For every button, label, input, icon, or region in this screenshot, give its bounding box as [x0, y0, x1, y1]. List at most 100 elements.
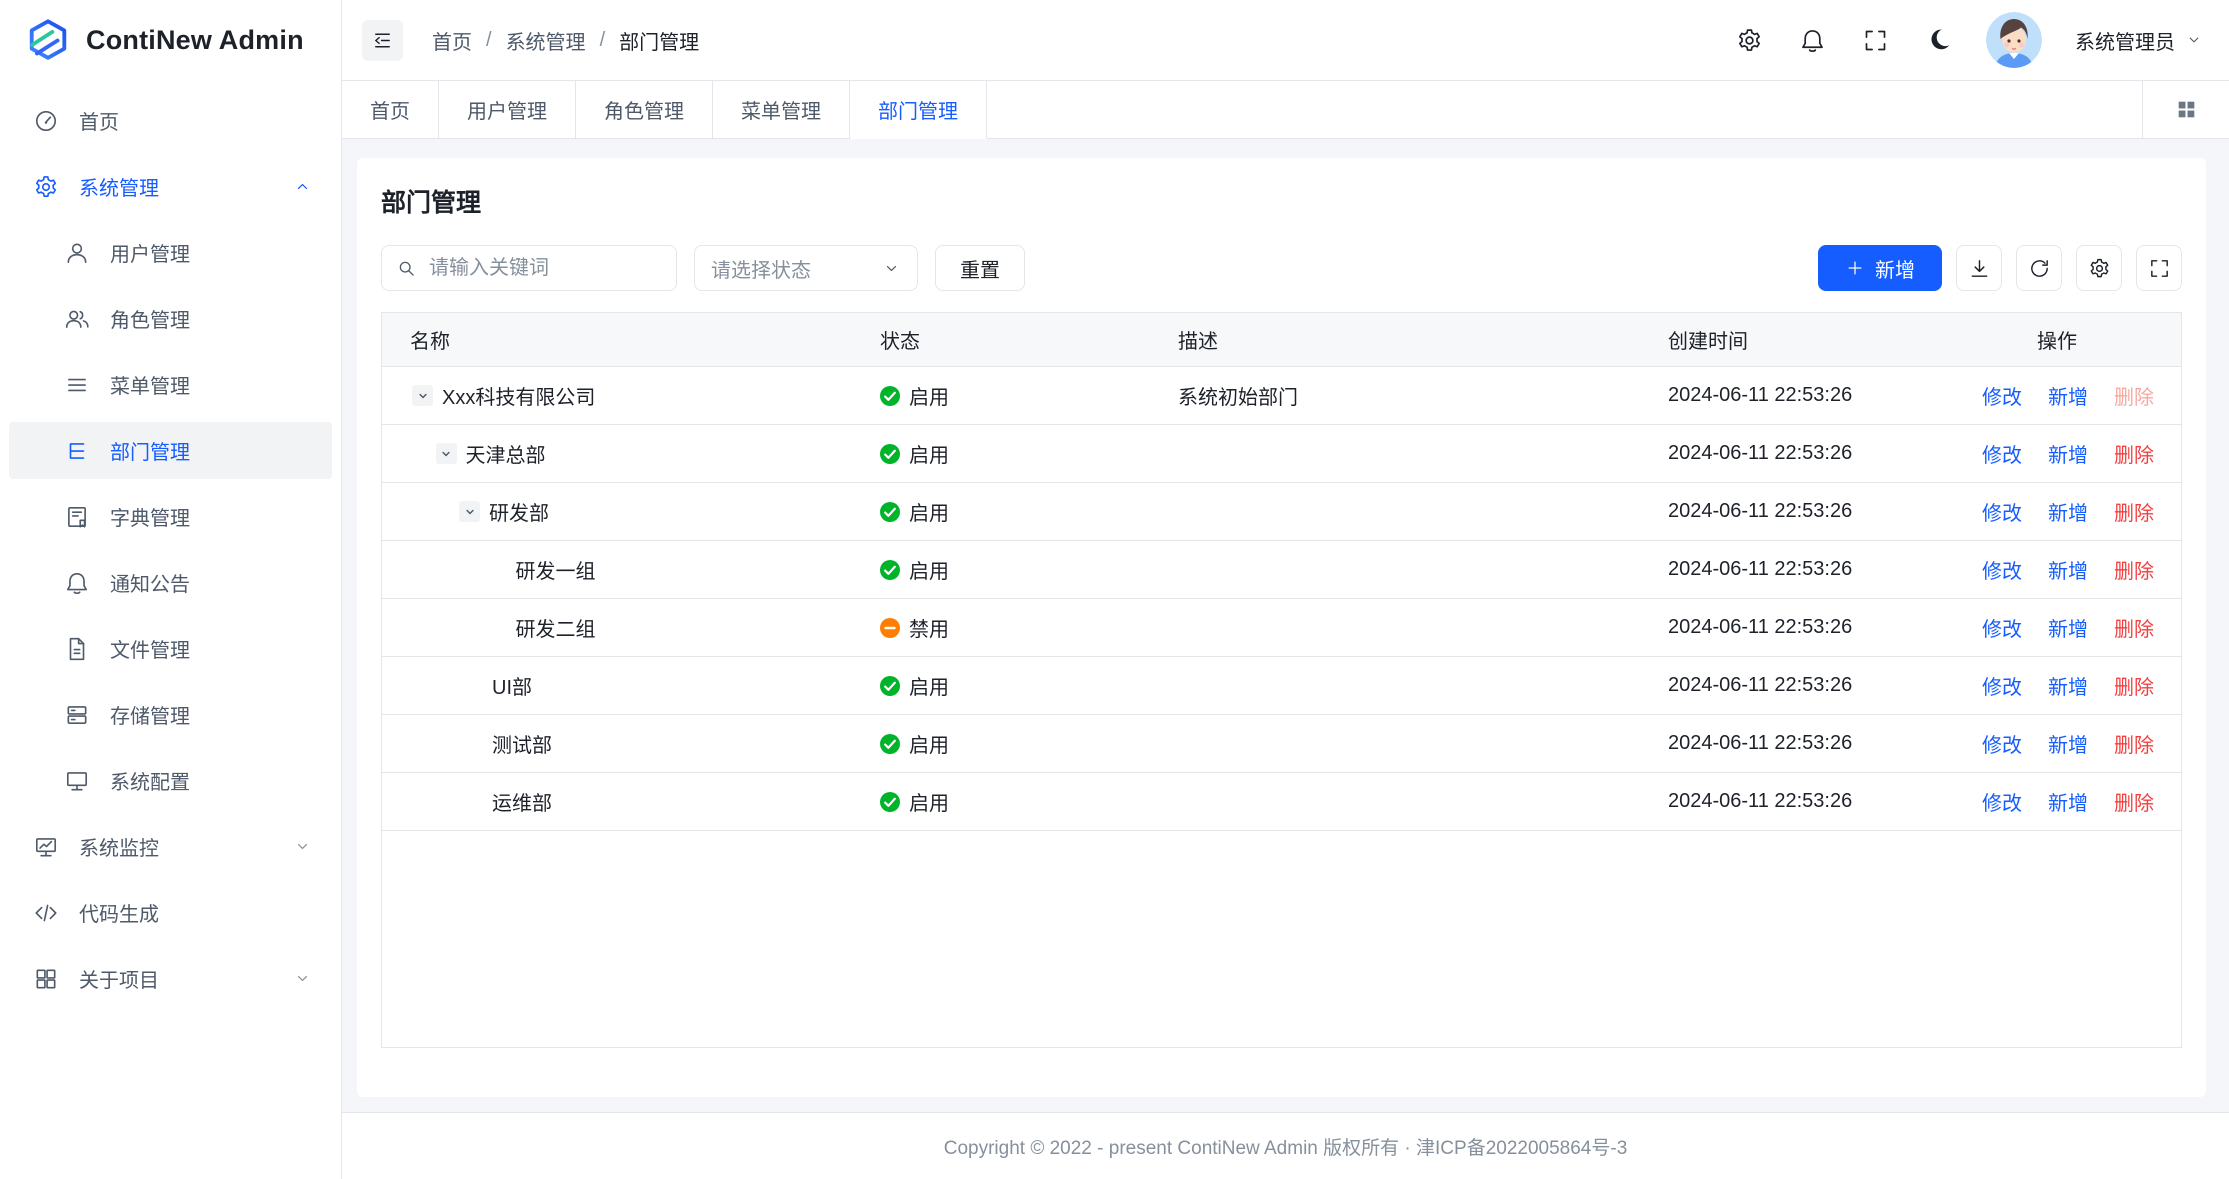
created-time-cell: 2024-06-11 22:53:26 — [1652, 425, 1982, 482]
delete-link[interactable]: 删除 — [2114, 729, 2154, 758]
add-child-link[interactable]: 新增 — [2048, 555, 2088, 584]
tab-user[interactable]: 用户管理 — [439, 81, 576, 139]
fullscreen-button[interactable] — [1860, 25, 1890, 55]
actions-cell: 修改新增删除 — [1982, 425, 2181, 482]
name-cell: 研发一组 — [382, 541, 864, 598]
avatar[interactable] — [1986, 12, 2042, 68]
department-name: UI部 — [492, 671, 532, 700]
add-child-link[interactable]: 新增 — [2048, 729, 2088, 758]
breadcrumb-item[interactable]: 系统管理 — [506, 26, 586, 55]
column-settings-button[interactable] — [2076, 245, 2122, 291]
storage-icon — [64, 702, 90, 728]
expand-toggle[interactable] — [459, 501, 480, 522]
tab-home[interactable]: 首页 — [342, 81, 439, 139]
add-child-link[interactable]: 新增 — [2048, 497, 2088, 526]
chevron-down-icon — [2185, 31, 2203, 49]
tab-options-button[interactable] — [2142, 81, 2229, 139]
add-child-link[interactable]: 新增 — [2048, 787, 2088, 816]
sidebar-item-menu[interactable]: 菜单管理 — [9, 356, 332, 413]
export-button[interactable] — [1956, 245, 2002, 291]
expand-toggle[interactable] — [436, 443, 457, 464]
sidebar-item-storage[interactable]: 存储管理 — [9, 686, 332, 743]
dark-mode-toggle[interactable] — [1923, 25, 1953, 55]
app-title: ContiNew Admin — [86, 25, 304, 56]
bell-icon — [1799, 27, 1826, 54]
sidebar-item-config[interactable]: 系统配置 — [9, 752, 332, 809]
table-row: 研发部启用2024-06-11 22:53:26修改新增删除 — [382, 483, 2181, 541]
delete-link[interactable]: 删除 — [2114, 613, 2154, 642]
add-child-link[interactable]: 新增 — [2048, 381, 2088, 410]
delete-link[interactable]: 删除 — [2114, 497, 2154, 526]
edit-link[interactable]: 修改 — [1982, 439, 2022, 468]
sidebar-item-system[interactable]: 系统管理 — [9, 158, 332, 215]
sidebar-item-user[interactable]: 用户管理 — [9, 224, 332, 281]
add-child-link[interactable]: 新增 — [2048, 671, 2088, 700]
add-child-link[interactable]: 新增 — [2048, 613, 2088, 642]
sidebar-menu: 首页系统管理用户管理角色管理菜单管理部门管理字典管理通知公告文件管理存储管理系统… — [0, 81, 341, 1007]
tab-dept[interactable]: 部门管理 — [850, 81, 987, 139]
grid-icon — [2174, 97, 2199, 122]
breadcrumb-item[interactable]: 首页 — [432, 26, 472, 55]
tab-role[interactable]: 角色管理 — [576, 81, 713, 139]
tab-menu[interactable]: 菜单管理 — [713, 81, 850, 139]
breadcrumb: 首页/系统管理/部门管理 — [432, 26, 699, 55]
column-header: 名称 — [382, 313, 864, 366]
settings-button[interactable] — [1734, 25, 1764, 55]
logo[interactable]: ContiNew Admin — [0, 0, 341, 81]
sidebar-item-codegen[interactable]: 代码生成 — [9, 884, 332, 941]
edit-link[interactable]: 修改 — [1982, 613, 2022, 642]
created-time-cell: 2024-06-11 22:53:26 — [1652, 367, 1982, 424]
sidebar-item-dept[interactable]: 部门管理 — [9, 422, 332, 479]
description-cell: 系统初始部门 — [1162, 367, 1652, 424]
edit-link[interactable]: 修改 — [1982, 381, 2022, 410]
sidebar-item-dict[interactable]: 字典管理 — [9, 488, 332, 545]
table-fullscreen-button[interactable] — [2136, 245, 2182, 291]
refresh-button[interactable] — [2016, 245, 2062, 291]
delete-link[interactable]: 删除 — [2114, 439, 2154, 468]
sidebar-item-file[interactable]: 文件管理 — [9, 620, 332, 677]
status-label: 启用 — [909, 439, 949, 468]
created-time-cell: 2024-06-11 22:53:26 — [1652, 599, 1982, 656]
sidebar-item-label: 用户管理 — [110, 238, 312, 267]
table-row: 测试部启用2024-06-11 22:53:26修改新增删除 — [382, 715, 2181, 773]
sidebar-item-about[interactable]: 关于项目 — [9, 950, 332, 1007]
toolbar: 请选择状态 重置 新增 — [381, 245, 2182, 291]
department-name: 研发一组 — [516, 555, 596, 584]
chevron-down-icon — [416, 389, 430, 403]
notifications-button[interactable] — [1797, 25, 1827, 55]
sidebar-item-role[interactable]: 角色管理 — [9, 290, 332, 347]
status-select[interactable]: 请选择状态 — [694, 245, 918, 291]
status-cell: 启用 — [864, 715, 1162, 772]
description-cell — [1162, 541, 1652, 598]
search-input[interactable] — [429, 257, 662, 280]
table-row: Xxx科技有限公司启用系统初始部门2024-06-11 22:53:26修改新增… — [382, 367, 2181, 425]
sidebar-item-monitor[interactable]: 系统监控 — [9, 818, 332, 875]
delete-link[interactable]: 删除 — [2114, 787, 2154, 816]
gear-icon — [1736, 27, 1763, 54]
delete-link[interactable]: 删除 — [2114, 671, 2154, 700]
edit-link[interactable]: 修改 — [1982, 555, 2022, 584]
collapse-sidebar-button[interactable] — [362, 20, 403, 61]
edit-link[interactable]: 修改 — [1982, 729, 2022, 758]
tabbar: 首页用户管理角色管理菜单管理部门管理 — [342, 81, 2229, 139]
expand-toggle[interactable] — [412, 385, 433, 406]
add-button[interactable]: 新增 — [1818, 245, 1942, 291]
edit-link[interactable]: 修改 — [1982, 671, 2022, 700]
table-row: 研发二组禁用2024-06-11 22:53:26修改新增删除 — [382, 599, 2181, 657]
edit-link[interactable]: 修改 — [1982, 497, 2022, 526]
fullscreen-icon — [2148, 257, 2171, 280]
status-cell: 禁用 — [864, 599, 1162, 656]
sidebar-item-home[interactable]: 首页 — [9, 92, 332, 149]
department-name: 研发部 — [489, 497, 549, 526]
name-cell: 测试部 — [382, 715, 864, 772]
delete-link[interactable]: 删除 — [2114, 555, 2154, 584]
table-row: UI部启用2024-06-11 22:53:26修改新增删除 — [382, 657, 2181, 715]
sidebar-item-notice[interactable]: 通知公告 — [9, 554, 332, 611]
code-icon — [33, 900, 59, 926]
content: 部门管理 请选择状态 重置 — [342, 139, 2229, 1179]
dashboard-icon — [33, 108, 59, 134]
edit-link[interactable]: 修改 — [1982, 787, 2022, 816]
add-child-link[interactable]: 新增 — [2048, 439, 2088, 468]
reset-button[interactable]: 重置 — [935, 245, 1025, 291]
user-menu[interactable]: 系统管理员 — [2075, 26, 2203, 55]
